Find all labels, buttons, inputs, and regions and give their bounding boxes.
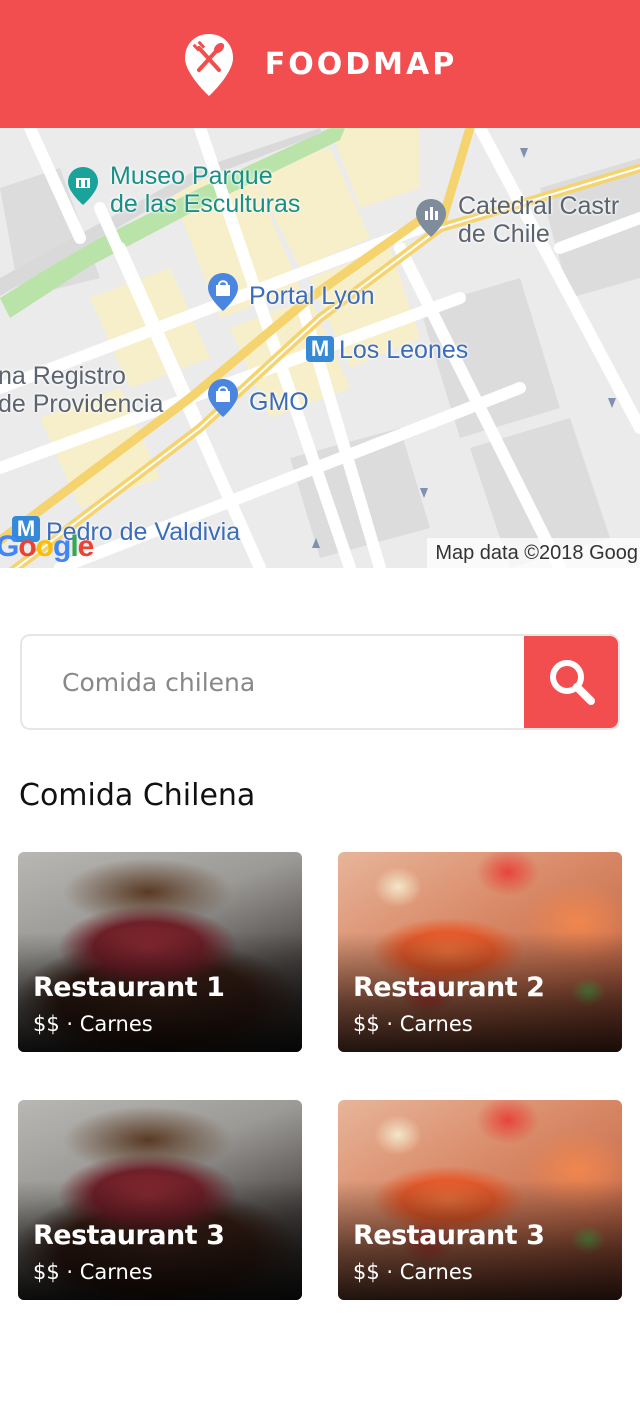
restaurant-name: Restaurant 3 [33, 1220, 225, 1251]
restaurant-meta: $$ · Carnes [33, 1260, 153, 1284]
search-button[interactable] [524, 636, 618, 728]
church-pin-icon[interactable] [414, 198, 448, 238]
shopping-pin-icon[interactable] [206, 378, 240, 418]
section-title: Comida Chilena [19, 778, 256, 813]
shopping-pin-icon[interactable] [206, 272, 240, 312]
map-label-los-leones: Los Leones [339, 336, 469, 364]
restaurant-card[interactable]: Restaurant 2 $$ · Carnes [338, 852, 622, 1052]
map-label-portal-lyon: Portal Lyon [249, 282, 375, 310]
app-header: FOODMAP [0, 0, 640, 128]
google-logo: Google [0, 530, 94, 563]
app-brand: FOODMAP [264, 46, 458, 82]
restaurant-meta: $$ · Carnes [33, 1012, 153, 1036]
restaurant-name: Restaurant 2 [353, 972, 545, 1003]
restaurant-name: Restaurant 3 [353, 1220, 545, 1251]
map-label-gmo: GMO [249, 388, 309, 416]
restaurant-meta: $$ · Carnes [353, 1012, 473, 1036]
restaurant-name: Restaurant 1 [33, 972, 225, 1003]
restaurant-meta: $$ · Carnes [353, 1260, 473, 1284]
map-label-museo: Museo Parque de las Esculturas [110, 162, 301, 218]
restaurant-card[interactable]: Restaurant 1 $$ · Carnes [18, 852, 302, 1052]
map-pin-fork-knife-icon [184, 34, 233, 96]
map-credit[interactable]: Map data ©2018 Goog [427, 538, 640, 568]
search-bar [20, 634, 620, 730]
map-view[interactable]: Museo Parque de las Esculturas Catedral … [0, 128, 640, 568]
metro-icon[interactable]: M [306, 336, 334, 362]
restaurant-card[interactable]: Restaurant 3 $$ · Carnes [18, 1100, 302, 1300]
search-icon [550, 660, 595, 705]
museum-pin-icon[interactable] [66, 166, 100, 206]
map-label-registro: na Registro de Providencia [0, 362, 164, 418]
map-label-catedral: Catedral Castr de Chile [458, 192, 620, 248]
search-input[interactable] [22, 636, 526, 728]
restaurant-card[interactable]: Restaurant 3 $$ · Carnes [338, 1100, 622, 1300]
